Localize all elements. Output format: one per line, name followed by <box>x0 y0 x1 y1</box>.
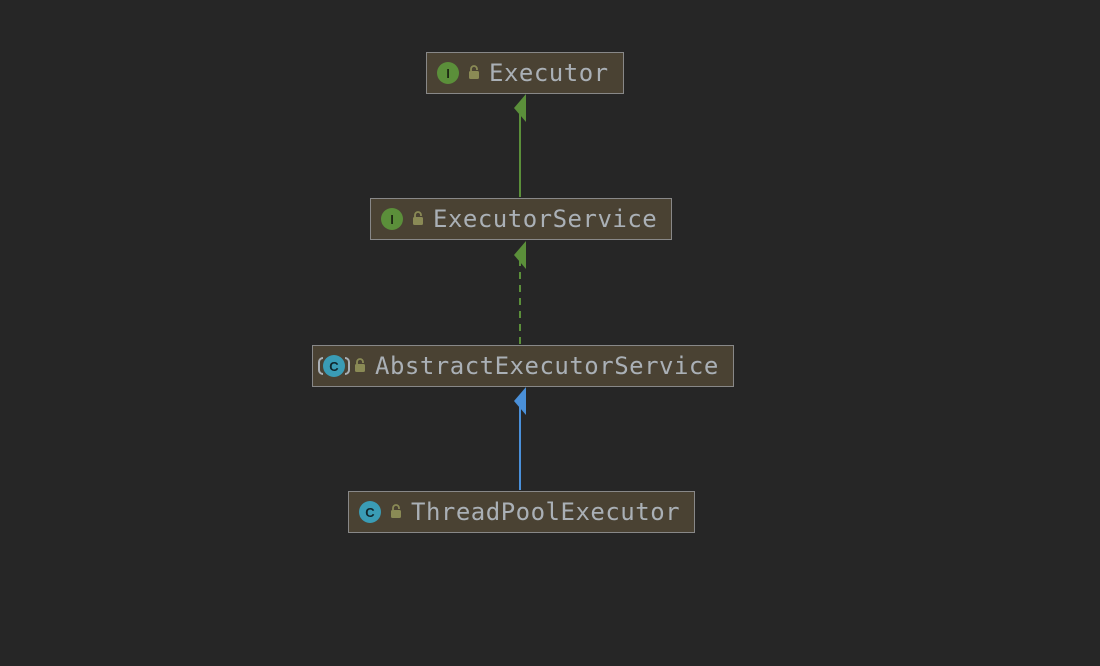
node-thread-pool-executor[interactable]: C ThreadPoolExecutor <box>348 491 695 533</box>
node-executor[interactable]: I Executor <box>426 52 624 94</box>
node-executor-service[interactable]: I ExecutorService <box>370 198 672 240</box>
interface-icon: I <box>381 208 403 230</box>
node-label: ExecutorService <box>433 205 657 233</box>
lock-icon <box>467 65 481 81</box>
node-label: AbstractExecutorService <box>375 352 719 380</box>
abstract-class-icon: C <box>323 355 345 377</box>
node-label: Executor <box>489 59 609 87</box>
node-label: ThreadPoolExecutor <box>411 498 680 526</box>
class-icon: C <box>359 501 381 523</box>
hierarchy-arrows <box>0 0 1100 666</box>
node-abstract-executor-service[interactable]: C AbstractExecutorService <box>312 345 734 387</box>
lock-icon <box>389 504 403 520</box>
lock-icon <box>353 358 367 374</box>
lock-icon <box>411 211 425 227</box>
interface-icon: I <box>437 62 459 84</box>
class-hierarchy-diagram: I Executor I ExecutorService C AbstractE… <box>0 0 1100 666</box>
